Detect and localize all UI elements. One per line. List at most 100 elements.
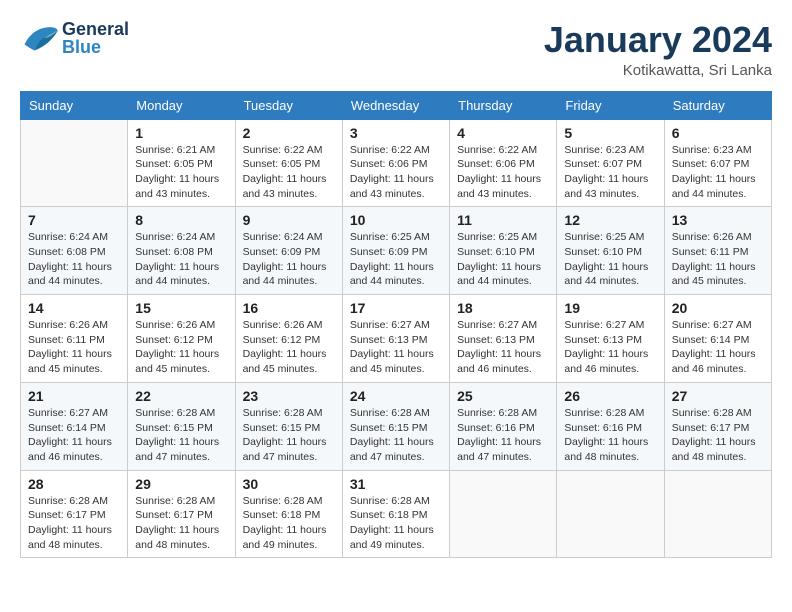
day-number: 19	[564, 300, 656, 316]
calendar-cell: 21 Sunrise: 6:27 AMSunset: 6:14 PMDayligh…	[21, 382, 128, 470]
calendar-table: Sunday Monday Tuesday Wednesday Thursday…	[20, 91, 772, 559]
day-number: 25	[457, 388, 549, 404]
calendar-cell: 10Sunrise: 6:25 AMSunset: 6:09 PMDayligh…	[342, 207, 449, 295]
day-info: Sunrise: 6:26 AMSunset: 6:11 PMDaylight:…	[28, 318, 120, 377]
day-number: 13	[672, 212, 764, 228]
day-number: 30	[243, 476, 335, 492]
day-number: 20	[672, 300, 764, 316]
calendar-cell: 30Sunrise: 6:28 AMSunset: 6:18 PMDayligh…	[235, 470, 342, 558]
logo-name: General Blue	[62, 20, 129, 56]
col-monday: Monday	[128, 91, 235, 119]
week-row-3: 14 Sunrise: 6:26 AMSunset: 6:11 PMDayligh…	[21, 295, 772, 383]
calendar-cell: 3Sunrise: 6:22 AMSunset: 6:06 PMDaylight…	[342, 119, 449, 207]
day-number: 15	[135, 300, 227, 316]
day-info: Sunrise: 6:27 AMSunset: 6:13 PMDaylight:…	[350, 318, 442, 377]
day-info: Sunrise: 6:24 AMSunset: 6:09 PMDaylight:…	[243, 230, 335, 289]
calendar-cell	[450, 470, 557, 558]
day-number: 4	[457, 125, 549, 141]
day-info: Sunrise: 6:28 AMSunset: 6:16 PMDaylight:…	[564, 406, 656, 465]
day-info: Sunrise: 6:26 AMSunset: 6:11 PMDaylight:…	[672, 230, 764, 289]
day-number: 14	[28, 300, 120, 316]
page-header: General Blue January 2024 Kotikawatta, S…	[20, 20, 772, 79]
day-info: Sunrise: 6:28 AMSunset: 6:17 PMDaylight:…	[28, 494, 120, 553]
calendar-cell	[21, 119, 128, 207]
calendar-cell: 19 Sunrise: 6:27 AMSunset: 6:13 PMDayligh…	[557, 295, 664, 383]
calendar-cell: 20 Sunrise: 6:27 AMSunset: 6:14 PMDayligh…	[664, 295, 771, 383]
day-number: 17	[350, 300, 442, 316]
day-info: Sunrise: 6:27 AMSunset: 6:14 PMDaylight:…	[672, 318, 764, 377]
day-number: 22	[135, 388, 227, 404]
calendar-cell: 4 Sunrise: 6:22 AMSunset: 6:06 PMDaylight…	[450, 119, 557, 207]
calendar-cell: 14 Sunrise: 6:26 AMSunset: 6:11 PMDayligh…	[21, 295, 128, 383]
day-number: 9	[243, 212, 335, 228]
week-row-4: 21 Sunrise: 6:27 AMSunset: 6:14 PMDayligh…	[21, 382, 772, 470]
calendar-cell: 7Sunrise: 6:24 AMSunset: 6:08 PMDaylight…	[21, 207, 128, 295]
location-text: Kotikawatta, Sri Lanka	[544, 62, 772, 79]
day-info: Sunrise: 6:28 AMSunset: 6:15 PMDaylight:…	[350, 406, 442, 465]
calendar-cell: 2Sunrise: 6:22 AMSunset: 6:05 PMDaylight…	[235, 119, 342, 207]
day-number: 8	[135, 212, 227, 228]
logo-blue-text: Blue	[62, 38, 129, 56]
day-number: 21	[28, 388, 120, 404]
calendar-cell: 28 Sunrise: 6:28 AMSunset: 6:17 PMDayligh…	[21, 470, 128, 558]
title-block: January 2024 Kotikawatta, Sri Lanka	[544, 20, 772, 79]
day-info: Sunrise: 6:28 AMSunset: 6:15 PMDaylight:…	[243, 406, 335, 465]
calendar-cell: 26Sunrise: 6:28 AMSunset: 6:16 PMDayligh…	[557, 382, 664, 470]
calendar-cell: 13 Sunrise: 6:26 AMSunset: 6:11 PMDayligh…	[664, 207, 771, 295]
day-info: Sunrise: 6:26 AMSunset: 6:12 PMDaylight:…	[135, 318, 227, 377]
day-info: Sunrise: 6:21 AMSunset: 6:05 PMDaylight:…	[135, 143, 227, 202]
day-info: Sunrise: 6:24 AMSunset: 6:08 PMDaylight:…	[135, 230, 227, 289]
day-number: 1	[135, 125, 227, 141]
calendar-cell: 27Sunrise: 6:28 AMSunset: 6:17 PMDayligh…	[664, 382, 771, 470]
logo-general-text: General	[62, 20, 129, 38]
day-number: 18	[457, 300, 549, 316]
page-container: General Blue January 2024 Kotikawatta, S…	[0, 0, 792, 568]
day-info: Sunrise: 6:27 AMSunset: 6:14 PMDaylight:…	[28, 406, 120, 465]
week-row-1: 1 Sunrise: 6:21 AMSunset: 6:05 PMDaylight…	[21, 119, 772, 207]
day-number: 24	[350, 388, 442, 404]
calendar-cell: 1 Sunrise: 6:21 AMSunset: 6:05 PMDaylight…	[128, 119, 235, 207]
day-number: 6	[672, 125, 764, 141]
day-info: Sunrise: 6:22 AMSunset: 6:06 PMDaylight:…	[457, 143, 549, 202]
calendar-cell: 18 Sunrise: 6:27 AMSunset: 6:13 PMDayligh…	[450, 295, 557, 383]
day-info: Sunrise: 6:28 AMSunset: 6:16 PMDaylight:…	[457, 406, 549, 465]
day-info: Sunrise: 6:28 AMSunset: 6:15 PMDaylight:…	[135, 406, 227, 465]
col-friday: Friday	[557, 91, 664, 119]
calendar-cell: 17 Sunrise: 6:27 AMSunset: 6:13 PMDayligh…	[342, 295, 449, 383]
day-info: Sunrise: 6:25 AMSunset: 6:10 PMDaylight:…	[564, 230, 656, 289]
logo-icon	[20, 21, 60, 56]
calendar-cell: 29Sunrise: 6:28 AMSunset: 6:17 PMDayligh…	[128, 470, 235, 558]
calendar-header-row: Sunday Monday Tuesday Wednesday Thursday…	[21, 91, 772, 119]
day-info: Sunrise: 6:23 AMSunset: 6:07 PMDaylight:…	[564, 143, 656, 202]
calendar-cell: 9 Sunrise: 6:24 AMSunset: 6:09 PMDaylight…	[235, 207, 342, 295]
day-number: 28	[28, 476, 120, 492]
calendar-cell: 16 Sunrise: 6:26 AMSunset: 6:12 PMDayligh…	[235, 295, 342, 383]
calendar-cell: 31 Sunrise: 6:28 AMSunset: 6:18 PMDayligh…	[342, 470, 449, 558]
calendar-cell: 8 Sunrise: 6:24 AMSunset: 6:08 PMDaylight…	[128, 207, 235, 295]
calendar-cell	[664, 470, 771, 558]
day-info: Sunrise: 6:24 AMSunset: 6:08 PMDaylight:…	[28, 230, 120, 289]
day-info: Sunrise: 6:26 AMSunset: 6:12 PMDaylight:…	[243, 318, 335, 377]
day-info: Sunrise: 6:25 AMSunset: 6:10 PMDaylight:…	[457, 230, 549, 289]
day-number: 10	[350, 212, 442, 228]
day-info: Sunrise: 6:28 AMSunset: 6:18 PMDaylight:…	[350, 494, 442, 553]
col-tuesday: Tuesday	[235, 91, 342, 119]
week-row-2: 7Sunrise: 6:24 AMSunset: 6:08 PMDaylight…	[21, 207, 772, 295]
logo: General Blue	[20, 20, 129, 56]
month-title: January 2024	[544, 20, 772, 60]
col-wednesday: Wednesday	[342, 91, 449, 119]
calendar-cell: 15 Sunrise: 6:26 AMSunset: 6:12 PMDayligh…	[128, 295, 235, 383]
day-number: 29	[135, 476, 227, 492]
day-info: Sunrise: 6:27 AMSunset: 6:13 PMDaylight:…	[457, 318, 549, 377]
day-number: 16	[243, 300, 335, 316]
day-info: Sunrise: 6:23 AMSunset: 6:07 PMDaylight:…	[672, 143, 764, 202]
calendar-cell: 12Sunrise: 6:25 AMSunset: 6:10 PMDayligh…	[557, 207, 664, 295]
day-number: 31	[350, 476, 442, 492]
day-number: 23	[243, 388, 335, 404]
calendar-cell: 5 Sunrise: 6:23 AMSunset: 6:07 PMDaylight…	[557, 119, 664, 207]
col-thursday: Thursday	[450, 91, 557, 119]
day-info: Sunrise: 6:22 AMSunset: 6:05 PMDaylight:…	[243, 143, 335, 202]
day-number: 5	[564, 125, 656, 141]
day-info: Sunrise: 6:27 AMSunset: 6:13 PMDaylight:…	[564, 318, 656, 377]
calendar-cell: 25 Sunrise: 6:28 AMSunset: 6:16 PMDayligh…	[450, 382, 557, 470]
